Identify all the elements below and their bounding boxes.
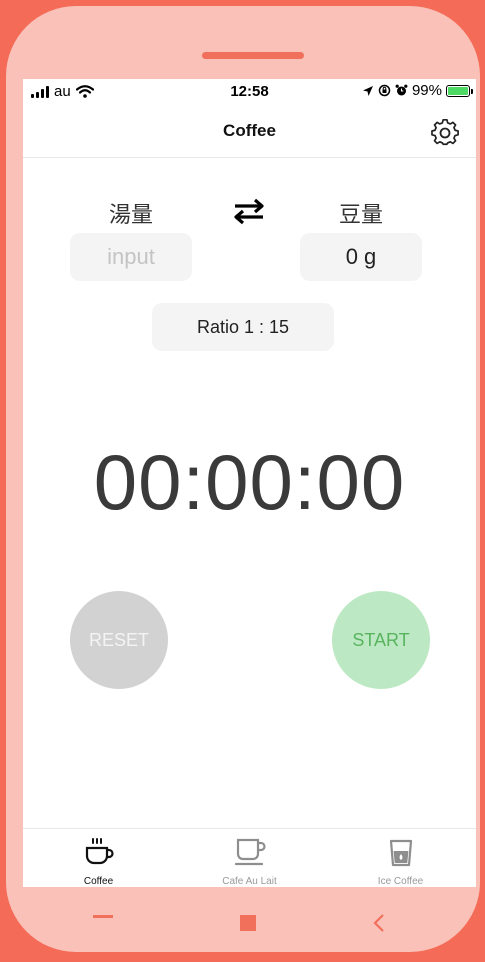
bean-amount-display[interactable]: 0 g bbox=[300, 233, 422, 281]
back-icon[interactable] bbox=[373, 914, 384, 932]
tab-label: Ice Coffee bbox=[377, 876, 424, 887]
mug-icon bbox=[234, 838, 266, 866]
tab-coffee[interactable]: Coffee bbox=[23, 829, 174, 887]
navigation-bar: Coffee bbox=[23, 105, 476, 158]
bean-amount-label: 豆量 bbox=[338, 202, 383, 227]
status-right: 99% bbox=[362, 82, 473, 99]
battery-percent: 99% bbox=[411, 82, 442, 99]
app-screen: au 12:58 99% Coffee 湯量 豆量 input 0 g Rati… bbox=[23, 79, 476, 887]
system-navigation-bar bbox=[0, 887, 485, 957]
timer-display: 00:00:00 bbox=[93, 438, 406, 526]
earpiece-speaker bbox=[202, 52, 304, 59]
tab-label: Cafe Au Lait bbox=[222, 876, 277, 887]
page-title: Coffee bbox=[223, 121, 276, 140]
tab-label: Coffee bbox=[83, 876, 114, 887]
status-bar: au 12:58 99% bbox=[23, 79, 476, 105]
swap-button[interactable] bbox=[231, 197, 267, 225]
water-amount-label: 湯量 bbox=[108, 202, 153, 227]
ratio-selector[interactable]: Ratio 1 : 15 bbox=[152, 303, 334, 351]
coffee-cup-icon bbox=[85, 838, 114, 865]
orientation-lock-icon bbox=[378, 84, 391, 97]
settings-button[interactable] bbox=[430, 117, 460, 147]
swap-arrows-icon[interactable] bbox=[231, 197, 267, 225]
start-button[interactable]: START bbox=[332, 591, 430, 689]
location-arrow-icon bbox=[362, 85, 373, 96]
tab-bar: Coffee Cafe Au Lait Ice Coffee bbox=[23, 828, 476, 887]
tab-ice-coffee[interactable]: Ice Coffee bbox=[325, 829, 476, 887]
gear-icon[interactable] bbox=[430, 117, 460, 147]
alarm-clock-icon bbox=[395, 84, 408, 96]
menu-icon[interactable] bbox=[93, 915, 113, 918]
system-nav-icons bbox=[93, 914, 384, 932]
iced-glass-icon bbox=[389, 839, 413, 867]
home-icon[interactable] bbox=[240, 915, 256, 931]
battery-icon bbox=[446, 84, 473, 97]
water-amount-input[interactable] bbox=[70, 233, 192, 281]
tab-cafe-au-lait[interactable]: Cafe Au Lait bbox=[174, 829, 325, 887]
reset-button[interactable]: RESET bbox=[70, 591, 168, 689]
